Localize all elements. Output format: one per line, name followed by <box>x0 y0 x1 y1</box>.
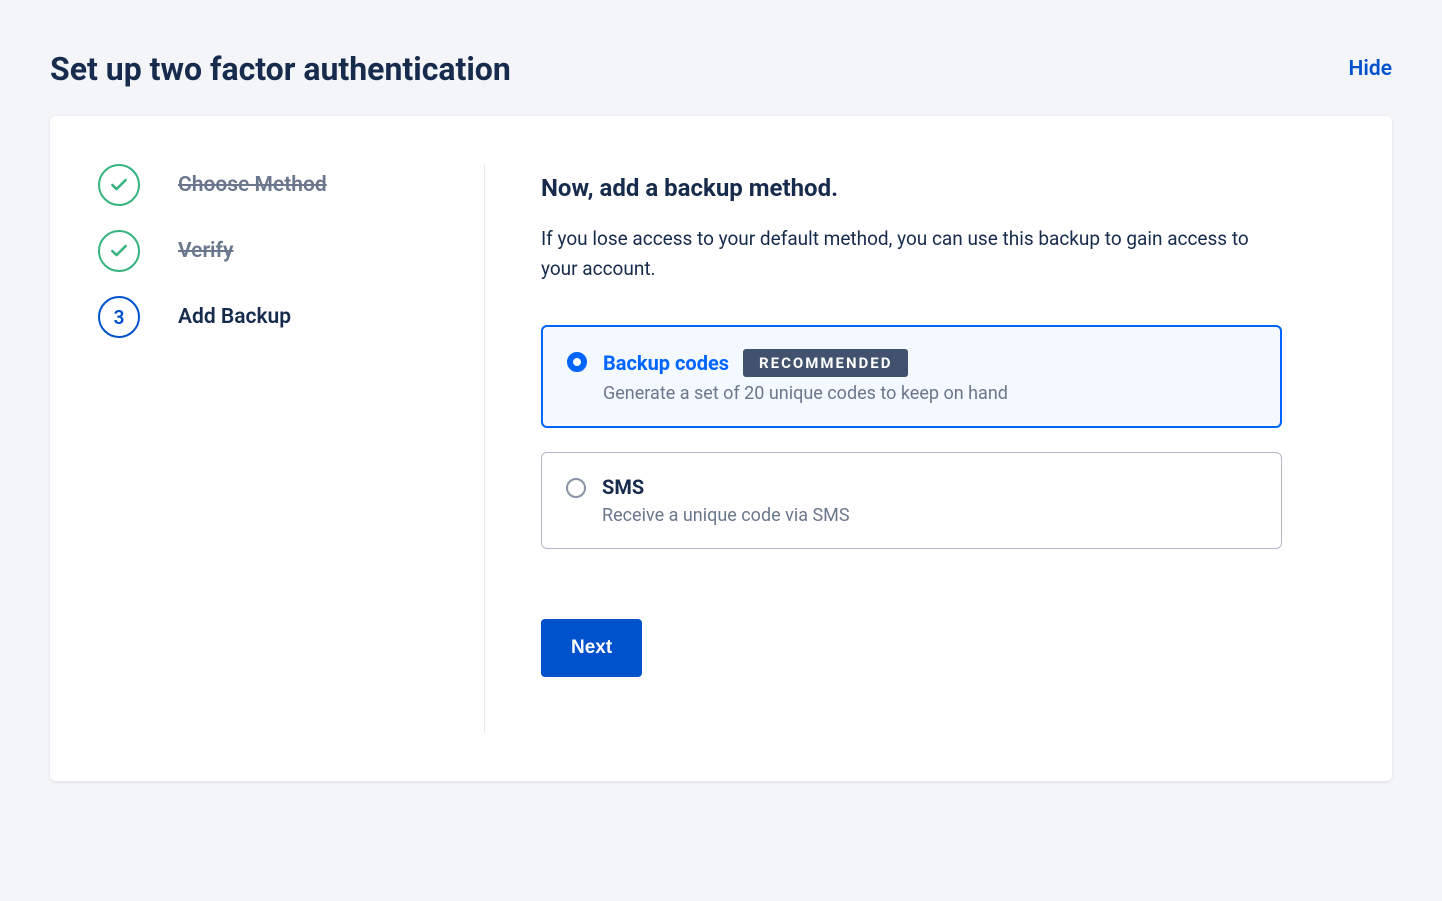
radio-icon <box>566 478 586 498</box>
setup-card: Choose Method Verify 3 Add Backup Now, a… <box>50 116 1392 781</box>
step-label: Verify <box>178 239 233 263</box>
step-verify: Verify <box>98 230 444 272</box>
check-icon <box>98 164 140 206</box>
check-icon <box>98 230 140 272</box>
step-label: Choose Method <box>178 173 327 197</box>
option-description: Receive a unique code via SMS <box>602 505 1257 526</box>
content-heading: Now, add a backup method. <box>541 174 1282 202</box>
option-title: Backup codes <box>603 351 729 375</box>
page-title: Set up two factor authentication <box>50 50 511 88</box>
step-add-backup: 3 Add Backup <box>98 296 444 338</box>
next-button[interactable]: Next <box>541 619 642 677</box>
step-number-icon: 3 <box>98 296 140 338</box>
content-panel: Now, add a backup method. If you lose ac… <box>485 164 1392 733</box>
content-subtext: If you lose access to your default metho… <box>541 224 1282 285</box>
option-sms[interactable]: SMS Receive a unique code via SMS <box>541 452 1282 549</box>
steps-sidebar: Choose Method Verify 3 Add Backup <box>50 164 485 733</box>
step-choose-method: Choose Method <box>98 164 444 206</box>
radio-icon <box>567 352 587 372</box>
hide-link[interactable]: Hide <box>1349 57 1392 81</box>
option-backup-codes[interactable]: Backup codes RECOMMENDED Generate a set … <box>541 325 1282 428</box>
option-description: Generate a set of 20 unique codes to kee… <box>603 383 1256 404</box>
step-label: Add Backup <box>178 305 291 329</box>
recommended-badge: RECOMMENDED <box>743 349 908 377</box>
option-title: SMS <box>602 475 644 499</box>
